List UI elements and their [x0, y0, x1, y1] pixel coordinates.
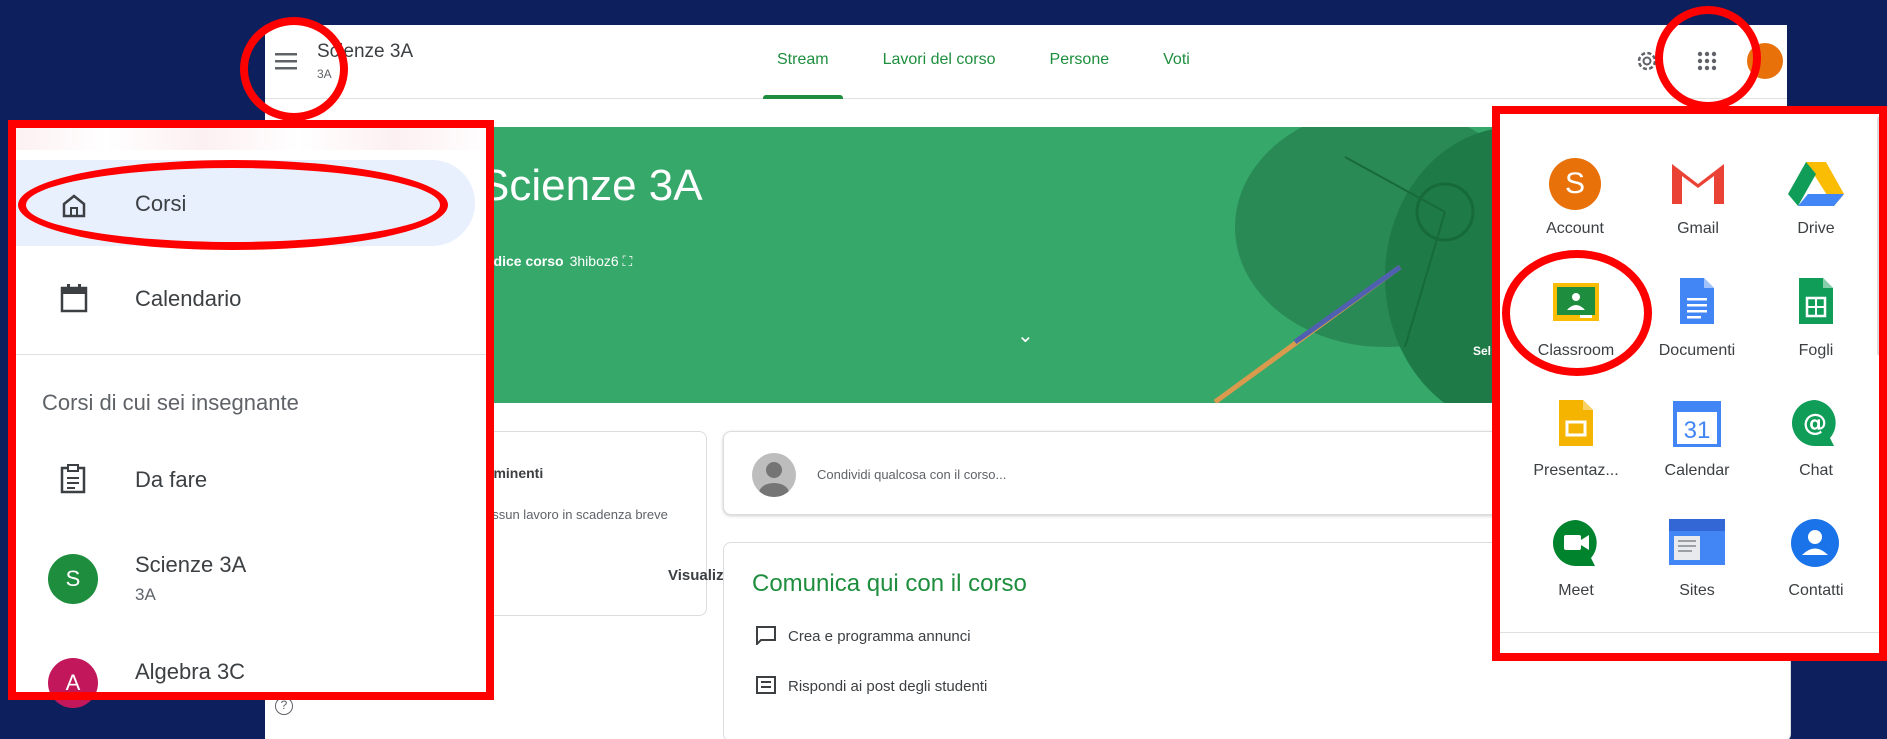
reply-icon: [755, 675, 777, 700]
tab-stream[interactable]: Stream: [763, 51, 843, 99]
fullscreen-icon[interactable]: ⛶: [623, 253, 633, 269]
communicate-item-replies: Rispondi ai post degli studenti: [788, 678, 988, 695]
annotation-frame-apps: [1492, 106, 1887, 661]
share-input[interactable]: Condividi qualcosa con il corso...: [817, 467, 1006, 482]
communicate-title: Comunica qui con il corso: [752, 570, 1027, 597]
annotation-ring-corsi: [18, 160, 448, 250]
chevron-down-icon[interactable]: ⌄: [1017, 323, 1034, 348]
tab-classwork[interactable]: Lavori del corso: [883, 51, 996, 69]
annotation-ring-classroom: [1502, 250, 1652, 376]
banner-code-value: 3hiboz6: [569, 253, 619, 269]
top-bar: Scienze 3A 3A Stream Lavori del corso Pe…: [265, 25, 1787, 99]
select-theme-link[interactable]: Sel: [1473, 344, 1491, 358]
banner-code-label: odice corso: [485, 253, 564, 269]
tab-grades[interactable]: Voti: [1163, 51, 1190, 69]
banner-title: Scienze 3A: [480, 161, 703, 210]
share-avatar-icon: [752, 453, 796, 497]
upcoming-body: essun lavoro in scadenza breve: [485, 507, 668, 522]
announcement-icon: [755, 625, 777, 650]
communicate-item-announcements: Crea e programma annunci: [788, 628, 971, 645]
annotation-ring-apps-grid: [1655, 6, 1761, 110]
banner-course-code: odice corso 3hiboz6 ⛶: [485, 253, 632, 270]
annotation-ring-menu: [240, 17, 348, 121]
tab-people[interactable]: Persone: [1050, 51, 1110, 69]
tab-bar: Stream Lavori del corso Persone Voti: [763, 51, 1244, 99]
